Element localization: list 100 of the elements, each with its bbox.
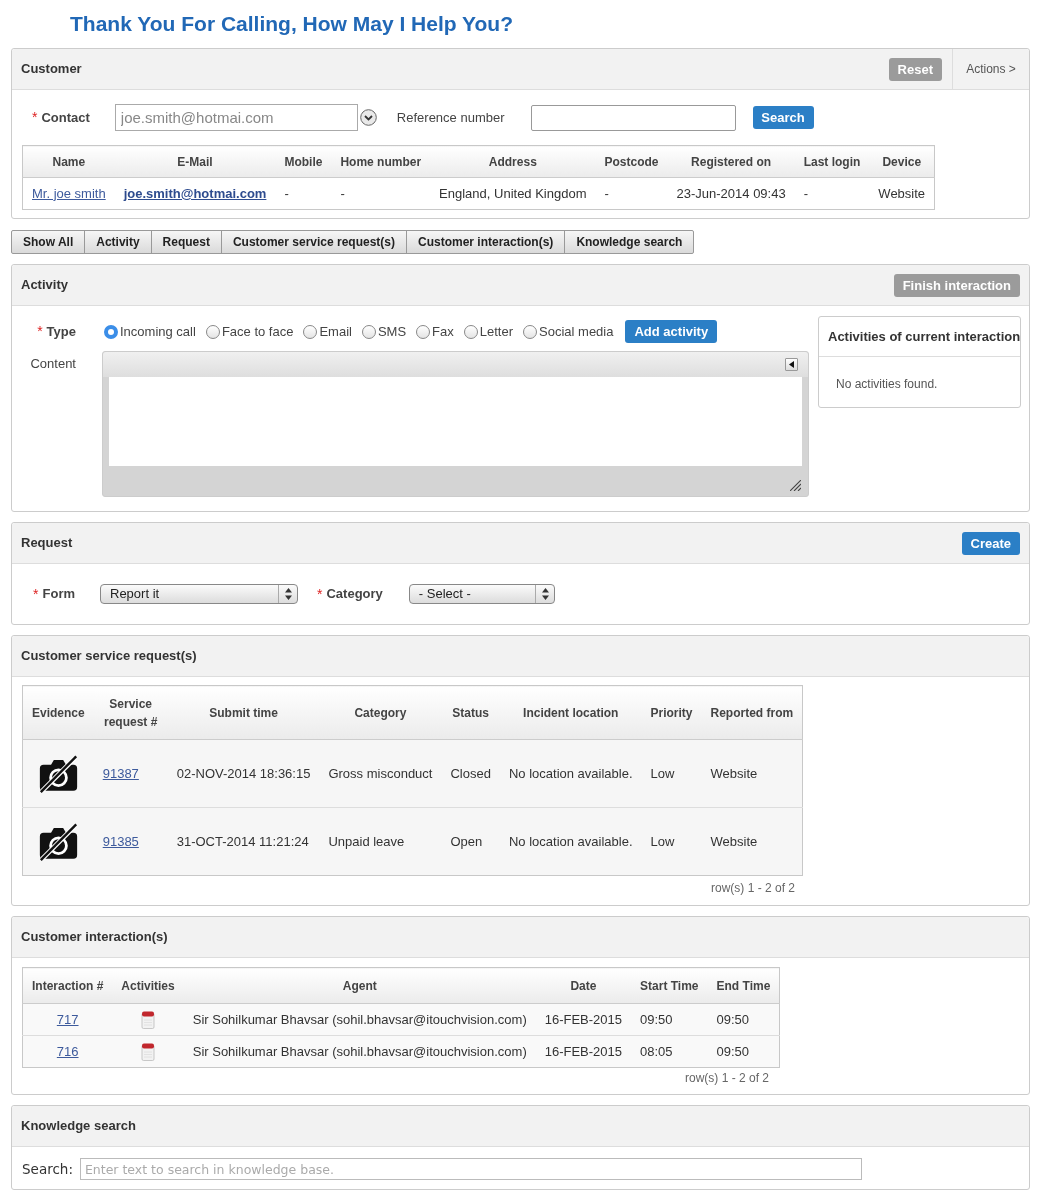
section-tab[interactable]: Request bbox=[150, 230, 222, 254]
table-cell: - bbox=[595, 177, 668, 210]
column-header: Category bbox=[319, 685, 442, 740]
table-cell: 23-Jun-2014 09:43 bbox=[667, 177, 795, 210]
request-number-link[interactable]: 91387 bbox=[102, 765, 139, 781]
table-cell: No location available. bbox=[499, 739, 642, 808]
up-down-arrows-icon bbox=[541, 588, 549, 600]
customer-name-link[interactable]: Mr. joe smith bbox=[32, 185, 106, 201]
radio-button[interactable] bbox=[361, 324, 376, 339]
table-cell: - bbox=[331, 177, 431, 210]
section-tab[interactable]: Customer service request(s) bbox=[220, 230, 407, 254]
radio-label: Face to face bbox=[221, 322, 294, 341]
radio-label: SMS bbox=[377, 322, 407, 341]
required-asterisk: * bbox=[37, 322, 43, 341]
radio-button[interactable] bbox=[523, 324, 538, 339]
panel-title: Customer interaction(s) bbox=[21, 928, 168, 947]
category-select[interactable]: - Select - bbox=[408, 584, 555, 604]
column-header: Agent bbox=[183, 967, 536, 1004]
column-header: Evidence bbox=[22, 685, 94, 740]
section-tab[interactable]: Knowledge search bbox=[564, 230, 695, 254]
column-header: Date bbox=[535, 967, 632, 1004]
field-label: Contact bbox=[41, 108, 90, 127]
panel-title: Knowledge search bbox=[21, 1117, 136, 1136]
section-tab[interactable]: Activity bbox=[84, 230, 152, 254]
chevron-down-icon[interactable] bbox=[359, 109, 377, 126]
panel-title: Customer bbox=[21, 60, 82, 79]
radio-label: Fax bbox=[432, 322, 454, 341]
table-cell: Website bbox=[701, 739, 803, 808]
request-number-link[interactable]: 91385 bbox=[102, 833, 139, 849]
left-triangle-icon bbox=[789, 361, 794, 368]
table-cell: 09:50 bbox=[707, 1035, 780, 1068]
radio-label: Letter bbox=[479, 322, 514, 341]
column-header: Submit time bbox=[167, 685, 320, 740]
column-header: Name bbox=[22, 145, 115, 178]
table-cell: Website bbox=[869, 177, 935, 210]
radio-button[interactable] bbox=[416, 324, 431, 339]
table-cell: - bbox=[794, 177, 870, 210]
pagination-info: row(s) 1 - 2 of 2 bbox=[709, 880, 796, 897]
column-header: Interaction # bbox=[22, 967, 113, 1004]
knowledge-search-input[interactable]: Enter text to search in knowledge base. bbox=[79, 1158, 862, 1180]
contact-input[interactable]: joe.smith@hotmai.com bbox=[114, 104, 358, 131]
column-header: Incident location bbox=[499, 685, 642, 740]
notepad-icon bbox=[141, 1010, 156, 1029]
search-button[interactable]: Search bbox=[752, 106, 814, 129]
column-header: Reported from bbox=[701, 685, 803, 740]
resize-grip-icon bbox=[790, 480, 801, 491]
table-cell: Sir Sohilkumar Bhavsar (sohil.bhavsar@itouchvision.com) bbox=[183, 1003, 536, 1036]
radio-label: Incoming call bbox=[120, 322, 196, 341]
table-cell: 02-NOV-2014 18:36:15 bbox=[167, 739, 320, 808]
table-cell: Low bbox=[641, 807, 702, 876]
interaction-number-link[interactable]: 717 bbox=[56, 1011, 79, 1027]
table-cell: Gross misconduct bbox=[319, 739, 442, 808]
table-cell: - bbox=[275, 177, 332, 210]
table-cell: 08:05 bbox=[631, 1035, 708, 1068]
column-header: Registered on bbox=[667, 145, 795, 178]
table-cell: England, United Kingdom bbox=[430, 177, 596, 210]
radio-label: Social media bbox=[539, 322, 614, 341]
required-asterisk: * bbox=[33, 584, 39, 604]
pagination-info: row(s) 1 - 2 of 2 bbox=[683, 1070, 770, 1087]
notepad-icon bbox=[141, 1042, 156, 1061]
table-cell: 16-FEB-2015 bbox=[535, 1035, 632, 1068]
column-header: Home number bbox=[331, 145, 431, 178]
table-cell: Unpaid leave bbox=[319, 807, 442, 876]
panel-title: Request bbox=[21, 534, 73, 553]
field-label: Type bbox=[46, 322, 76, 341]
table-cell: 16-FEB-2015 bbox=[535, 1003, 632, 1036]
table-cell: Low bbox=[641, 739, 702, 808]
field-label: Reference number bbox=[396, 108, 505, 127]
toolbar-toggle-button[interactable] bbox=[785, 358, 798, 371]
email-link[interactable]: joe.smith@hotmai.com bbox=[123, 185, 267, 201]
actions-button[interactable]: Actions > bbox=[952, 49, 1029, 89]
radio-button[interactable] bbox=[205, 324, 220, 339]
column-header: Device bbox=[869, 145, 935, 178]
radio-label: Email bbox=[319, 322, 352, 341]
table-cell: No location available. bbox=[499, 807, 642, 876]
radio-button[interactable] bbox=[303, 324, 318, 339]
radio-button[interactable] bbox=[104, 324, 118, 339]
panel-title: Activities of current interaction bbox=[828, 327, 1021, 346]
reference-number-input[interactable] bbox=[530, 104, 736, 131]
table-cell: Closed bbox=[441, 739, 500, 808]
field-label: Category bbox=[326, 585, 383, 604]
table-cell: Open bbox=[441, 807, 500, 876]
section-tab[interactable]: Customer interaction(s) bbox=[406, 230, 566, 254]
up-down-arrows-icon bbox=[285, 588, 292, 600]
column-header: Activities bbox=[112, 967, 184, 1004]
column-header: Postcode bbox=[595, 145, 668, 178]
column-header: Priority bbox=[641, 685, 702, 740]
required-asterisk: * bbox=[317, 584, 323, 604]
add-activity-button[interactable]: Add activity bbox=[625, 320, 718, 343]
empty-message: No activities found. bbox=[835, 376, 939, 393]
form-select[interactable]: Report it bbox=[100, 584, 298, 604]
create-button[interactable]: Create bbox=[961, 531, 1020, 555]
section-tab[interactable]: Show All bbox=[11, 230, 86, 254]
table-cell: 09:50 bbox=[631, 1003, 708, 1036]
field-label: Search: bbox=[22, 1159, 73, 1179]
column-header: Service request # bbox=[93, 685, 168, 740]
interaction-number-link[interactable]: 716 bbox=[56, 1043, 79, 1059]
panel-title: Customer service request(s) bbox=[21, 647, 197, 666]
column-header: Start Time bbox=[631, 967, 708, 1004]
radio-button[interactable] bbox=[463, 324, 478, 339]
